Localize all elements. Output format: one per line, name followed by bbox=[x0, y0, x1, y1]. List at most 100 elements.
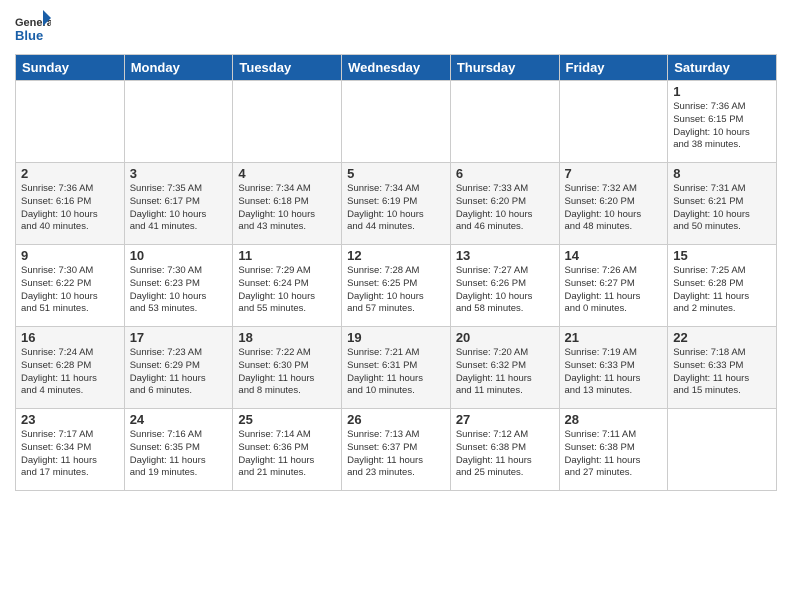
logo: General Blue bbox=[15, 10, 51, 46]
day-number: 9 bbox=[21, 248, 119, 263]
day-number: 17 bbox=[130, 330, 228, 345]
day-number: 6 bbox=[456, 166, 554, 181]
calendar-cell: 26Sunrise: 7:13 AM Sunset: 6:37 PM Dayli… bbox=[342, 409, 451, 491]
day-info: Sunrise: 7:31 AM Sunset: 6:21 PM Dayligh… bbox=[673, 183, 771, 234]
day-number: 21 bbox=[565, 330, 663, 345]
day-number: 3 bbox=[130, 166, 228, 181]
calendar-cell bbox=[342, 81, 451, 163]
calendar-cell: 6 Sunrise: 7:33 AM Sunset: 6:20 PM Daylig… bbox=[450, 163, 559, 245]
day-number: 23 bbox=[21, 412, 119, 427]
day-number: 20 bbox=[456, 330, 554, 345]
calendar-cell: 21 Sunrise: 7:19 AM Sunset: 6:33 PM Dayli… bbox=[559, 327, 668, 409]
calendar-cell: 24 Sunrise: 7:16 AM Sunset: 6:35 PM Dayli… bbox=[124, 409, 233, 491]
dow-header: Monday bbox=[124, 55, 233, 81]
calendar-cell: 19 Sunrise: 7:21 AM Sunset: 6:31 PM Dayli… bbox=[342, 327, 451, 409]
calendar-week: 16 Sunrise: 7:24 AM Sunset: 6:28 PM Dayli… bbox=[16, 327, 777, 409]
day-info: Sunrise: 7:34 AM Sunset: 6:18 PM Dayligh… bbox=[238, 183, 336, 234]
day-info: Sunrise: 7:28 AM Sunset: 6:25 PM Dayligh… bbox=[347, 265, 445, 316]
day-number: 7 bbox=[565, 166, 663, 181]
day-info: Sunrise: 7:23 AM Sunset: 6:29 PM Dayligh… bbox=[130, 347, 228, 398]
calendar-cell: 2Sunrise: 7:36 AM Sunset: 6:16 PM Daylig… bbox=[16, 163, 125, 245]
day-info: Sunrise: 7:33 AM Sunset: 6:20 PM Dayligh… bbox=[456, 183, 554, 234]
calendar-body: 1Sunrise: 7:36 AM Sunset: 6:15 PM Daylig… bbox=[16, 81, 777, 491]
day-number: 8 bbox=[673, 166, 771, 181]
dow-header: Wednesday bbox=[342, 55, 451, 81]
calendar-cell: 20 Sunrise: 7:20 AM Sunset: 6:32 PM Dayli… bbox=[450, 327, 559, 409]
calendar-cell bbox=[124, 81, 233, 163]
day-info: Sunrise: 7:14 AM Sunset: 6:36 PM Dayligh… bbox=[238, 429, 336, 480]
day-number: 22 bbox=[673, 330, 771, 345]
day-number: 10 bbox=[130, 248, 228, 263]
calendar-cell bbox=[559, 81, 668, 163]
day-number: 1 bbox=[673, 84, 771, 99]
day-info: Sunrise: 7:27 AM Sunset: 6:26 PM Dayligh… bbox=[456, 265, 554, 316]
calendar-week: 2Sunrise: 7:36 AM Sunset: 6:16 PM Daylig… bbox=[16, 163, 777, 245]
dow-header: Saturday bbox=[668, 55, 777, 81]
calendar-cell: 25 Sunrise: 7:14 AM Sunset: 6:36 PM Dayli… bbox=[233, 409, 342, 491]
day-number: 11 bbox=[238, 248, 336, 263]
day-info: Sunrise: 7:24 AM Sunset: 6:28 PM Dayligh… bbox=[21, 347, 119, 398]
calendar-cell: 10Sunrise: 7:30 AM Sunset: 6:23 PM Dayli… bbox=[124, 245, 233, 327]
calendar-cell: 23 Sunrise: 7:17 AM Sunset: 6:34 PM Dayli… bbox=[16, 409, 125, 491]
calendar-week: 23 Sunrise: 7:17 AM Sunset: 6:34 PM Dayli… bbox=[16, 409, 777, 491]
dow-header: Friday bbox=[559, 55, 668, 81]
day-info: Sunrise: 7:34 AM Sunset: 6:19 PM Dayligh… bbox=[347, 183, 445, 234]
day-info: Sunrise: 7:32 AM Sunset: 6:20 PM Dayligh… bbox=[565, 183, 663, 234]
calendar-cell: 17 Sunrise: 7:23 AM Sunset: 6:29 PM Dayli… bbox=[124, 327, 233, 409]
calendar-cell: 15 Sunrise: 7:25 AM Sunset: 6:28 PM Dayli… bbox=[668, 245, 777, 327]
logo-graphic: General Blue bbox=[15, 10, 51, 46]
day-info: Sunrise: 7:29 AM Sunset: 6:24 PM Dayligh… bbox=[238, 265, 336, 316]
day-info: Sunrise: 7:20 AM Sunset: 6:32 PM Dayligh… bbox=[456, 347, 554, 398]
day-info: Sunrise: 7:11 AM Sunset: 6:38 PM Dayligh… bbox=[565, 429, 663, 480]
calendar-cell: 13 Sunrise: 7:27 AM Sunset: 6:26 PM Dayli… bbox=[450, 245, 559, 327]
day-info: Sunrise: 7:22 AM Sunset: 6:30 PM Dayligh… bbox=[238, 347, 336, 398]
day-number: 15 bbox=[673, 248, 771, 263]
calendar-cell: 12 Sunrise: 7:28 AM Sunset: 6:25 PM Dayli… bbox=[342, 245, 451, 327]
day-number: 16 bbox=[21, 330, 119, 345]
day-info: Sunrise: 7:21 AM Sunset: 6:31 PM Dayligh… bbox=[347, 347, 445, 398]
calendar-cell bbox=[16, 81, 125, 163]
day-number: 2 bbox=[21, 166, 119, 181]
day-number: 25 bbox=[238, 412, 336, 427]
day-info: Sunrise: 7:26 AM Sunset: 6:27 PM Dayligh… bbox=[565, 265, 663, 316]
page-container: General Blue SundayMondayTuesdayWednesda… bbox=[0, 0, 792, 501]
day-info: Sunrise: 7:30 AM Sunset: 6:22 PM Dayligh… bbox=[21, 265, 119, 316]
day-number: 24 bbox=[130, 412, 228, 427]
calendar-cell: 22 Sunrise: 7:18 AM Sunset: 6:33 PM Dayli… bbox=[668, 327, 777, 409]
day-number: 19 bbox=[347, 330, 445, 345]
day-number: 28 bbox=[565, 412, 663, 427]
calendar-cell: 1Sunrise: 7:36 AM Sunset: 6:15 PM Daylig… bbox=[668, 81, 777, 163]
calendar-cell: 7 Sunrise: 7:32 AM Sunset: 6:20 PM Daylig… bbox=[559, 163, 668, 245]
calendar-cell: 11 Sunrise: 7:29 AM Sunset: 6:24 PM Dayli… bbox=[233, 245, 342, 327]
svg-text:Blue: Blue bbox=[15, 28, 43, 43]
day-info: Sunrise: 7:13 AM Sunset: 6:37 PM Dayligh… bbox=[347, 429, 445, 480]
calendar-cell bbox=[233, 81, 342, 163]
day-number: 13 bbox=[456, 248, 554, 263]
dow-header: Thursday bbox=[450, 55, 559, 81]
calendar-cell: 9 Sunrise: 7:30 AM Sunset: 6:22 PM Daylig… bbox=[16, 245, 125, 327]
day-number: 14 bbox=[565, 248, 663, 263]
calendar-week: 1Sunrise: 7:36 AM Sunset: 6:15 PM Daylig… bbox=[16, 81, 777, 163]
day-number: 27 bbox=[456, 412, 554, 427]
calendar-cell: 27Sunrise: 7:12 AM Sunset: 6:38 PM Dayli… bbox=[450, 409, 559, 491]
day-number: 12 bbox=[347, 248, 445, 263]
dow-header: Sunday bbox=[16, 55, 125, 81]
calendar-cell: 3 Sunrise: 7:35 AM Sunset: 6:17 PM Daylig… bbox=[124, 163, 233, 245]
calendar-cell: 5Sunrise: 7:34 AM Sunset: 6:19 PM Daylig… bbox=[342, 163, 451, 245]
calendar-cell: 14 Sunrise: 7:26 AM Sunset: 6:27 PM Dayli… bbox=[559, 245, 668, 327]
day-info: Sunrise: 7:18 AM Sunset: 6:33 PM Dayligh… bbox=[673, 347, 771, 398]
calendar-cell: 16 Sunrise: 7:24 AM Sunset: 6:28 PM Dayli… bbox=[16, 327, 125, 409]
dow-header: Tuesday bbox=[233, 55, 342, 81]
day-info: Sunrise: 7:25 AM Sunset: 6:28 PM Dayligh… bbox=[673, 265, 771, 316]
calendar: SundayMondayTuesdayWednesdayThursdayFrid… bbox=[15, 54, 777, 491]
day-info: Sunrise: 7:35 AM Sunset: 6:17 PM Dayligh… bbox=[130, 183, 228, 234]
day-info: Sunrise: 7:16 AM Sunset: 6:35 PM Dayligh… bbox=[130, 429, 228, 480]
day-number: 4 bbox=[238, 166, 336, 181]
calendar-cell: 4 Sunrise: 7:34 AM Sunset: 6:18 PM Daylig… bbox=[233, 163, 342, 245]
calendar-cell: 8 Sunrise: 7:31 AM Sunset: 6:21 PM Daylig… bbox=[668, 163, 777, 245]
days-of-week-row: SundayMondayTuesdayWednesdayThursdayFrid… bbox=[16, 55, 777, 81]
calendar-week: 9 Sunrise: 7:30 AM Sunset: 6:22 PM Daylig… bbox=[16, 245, 777, 327]
calendar-cell: 18Sunrise: 7:22 AM Sunset: 6:30 PM Dayli… bbox=[233, 327, 342, 409]
day-info: Sunrise: 7:19 AM Sunset: 6:33 PM Dayligh… bbox=[565, 347, 663, 398]
day-info: Sunrise: 7:17 AM Sunset: 6:34 PM Dayligh… bbox=[21, 429, 119, 480]
